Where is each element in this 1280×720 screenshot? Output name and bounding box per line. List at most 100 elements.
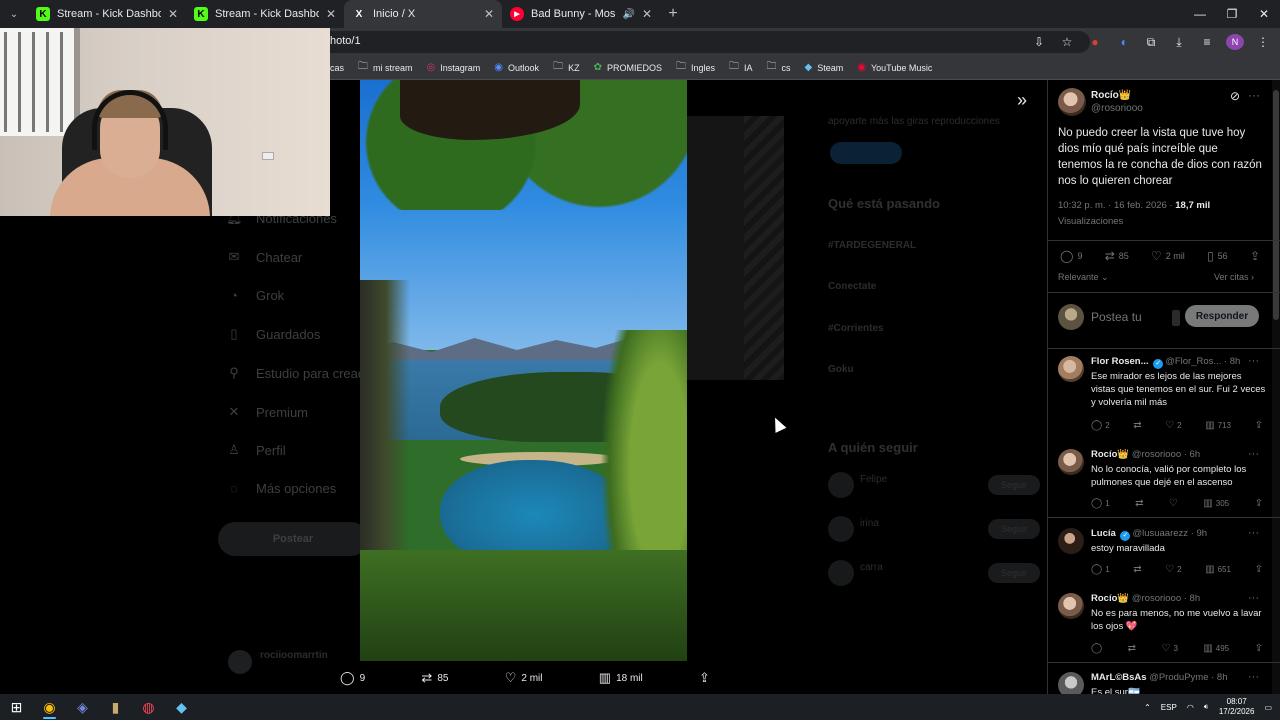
reply-author[interactable]: Lucía <box>1091 528 1116 539</box>
author-handle[interactable]: @rosoriooo <box>1091 103 1143 114</box>
more-options-icon[interactable]: ··· <box>1248 527 1259 539</box>
extensions-puzzle-icon[interactable]: ⧉ <box>1142 35 1160 50</box>
bookmark-item[interactable]: ◎ Instagram <box>427 62 481 73</box>
close-window-icon[interactable]: ✕ <box>1248 0 1280 28</box>
views-action[interactable]: ▥ 495 <box>1203 643 1229 654</box>
reply-handle[interactable]: @lusuaarezz <box>1132 528 1188 539</box>
reply-time[interactable]: · 8h <box>1211 672 1227 683</box>
reply-author[interactable]: Rocío👑 <box>1091 449 1129 460</box>
reply-action[interactable]: ◯ 1 <box>1091 564 1110 575</box>
share-action[interactable]: ⇪ <box>699 670 710 686</box>
windows-start-icon[interactable]: ⊞ <box>0 694 33 720</box>
menu-kebab-icon[interactable]: ⋮ <box>1254 35 1272 49</box>
close-icon[interactable]: ✕ <box>326 7 336 21</box>
profile-avatar[interactable]: N <box>1226 34 1244 50</box>
reply-action[interactable]: ◯ 9 <box>1060 249 1082 263</box>
author-name[interactable]: Rocío👑 <box>1091 90 1131 101</box>
tab-kick-2[interactable]: K Stream - Kick Dashboard ✕ <box>186 0 344 28</box>
post-photo[interactable] <box>360 80 687 661</box>
share-action[interactable]: ⇪ <box>1255 420 1263 431</box>
bookmark-star-icon[interactable]: ☆ <box>1058 35 1076 49</box>
league-icon[interactable]: ▮ <box>99 694 132 720</box>
new-tab-icon[interactable]: + <box>660 5 686 23</box>
reply-action[interactable]: ◯ <box>1091 643 1102 654</box>
downloads-icon[interactable]: ⤓ <box>1170 35 1188 50</box>
author-avatar[interactable] <box>1058 88 1086 116</box>
share-action[interactable]: ⇪ <box>1255 564 1263 575</box>
reply-author[interactable]: Rocío👑 <box>1091 593 1129 604</box>
more-options-icon[interactable]: ··· <box>1248 448 1259 460</box>
scrollbar-thumb[interactable] <box>1273 90 1279 320</box>
sort-replies-dropdown[interactable]: Relevante ⌄ <box>1058 272 1109 283</box>
avatar[interactable] <box>1058 593 1084 619</box>
like-action[interactable]: ♡ 2 <box>1165 564 1181 575</box>
bookmark-action[interactable]: ▯ 56 <box>1207 249 1228 263</box>
like-action[interactable]: ♡ 2 <box>1165 420 1181 431</box>
discord-icon[interactable]: ◈ <box>66 694 99 720</box>
bookmark-folder[interactable]: 🗀 Ingles <box>676 59 715 76</box>
extension-red-icon[interactable]: ● <box>1086 35 1104 49</box>
like-action[interactable]: ♡ 3 <box>1161 643 1177 654</box>
bookmark-item[interactable]: cas <box>330 63 344 73</box>
reply-time[interactable]: · 8h <box>1224 356 1240 367</box>
tab-youtube[interactable]: ▶ Bad Bunny - Moscow Mule 🔊 ✕ <box>502 0 660 28</box>
clock[interactable]: 08:07 17/2/2026 <box>1219 697 1255 717</box>
valorant-icon[interactable]: ◍ <box>132 694 165 720</box>
reply-handle[interactable]: @Flor_Ros... <box>1165 356 1221 367</box>
language-indicator[interactable]: ESP <box>1161 703 1177 712</box>
repost-action[interactable]: ⇄ 85 <box>1105 249 1129 263</box>
tab-search-icon[interactable]: ⌄ <box>0 0 28 28</box>
bookmark-item[interactable]: ◆ Steam <box>805 62 844 73</box>
reply-action[interactable]: ◯ 1 <box>1091 498 1110 509</box>
speaker-icon[interactable]: 🔊 <box>622 9 634 20</box>
repost-action[interactable]: ⇄ <box>1135 498 1143 509</box>
media-control-icon[interactable]: ≡ <box>1198 35 1216 49</box>
tray-expand-icon[interactable]: ⌃ <box>1144 703 1151 712</box>
emoji-picker-icon[interactable] <box>1172 310 1180 326</box>
views-action[interactable]: ▥ 713 <box>1205 420 1231 431</box>
avatar[interactable] <box>1058 528 1084 554</box>
like-action[interactable]: ♡ 2 mil <box>1151 249 1185 263</box>
steam-icon[interactable]: ◆ <box>165 694 198 720</box>
more-options-icon[interactable]: ··· <box>1248 592 1259 604</box>
like-action[interactable]: ♡ 2 mil <box>505 670 543 686</box>
views-action[interactable]: ▥ 651 <box>1205 564 1231 575</box>
volume-icon[interactable]: 🔉︎ <box>1204 702 1209 712</box>
notifications-icon[interactable]: ▭ <box>1264 703 1272 712</box>
address-bar[interactable]: hoto/1 <box>310 31 1090 53</box>
reply-action[interactable]: ◯ 2 <box>1091 420 1110 431</box>
avatar[interactable] <box>1058 449 1084 475</box>
bookmark-item[interactable]: ✿ PROMIEDOS <box>594 62 662 73</box>
reply-item[interactable]: Rocío👑 @rosoriooo · 6h ··· No lo conocía… <box>1048 448 1280 509</box>
close-icon[interactable]: ✕ <box>642 7 652 21</box>
grok-explain-icon[interactable]: ⊘ <box>1230 89 1240 103</box>
reply-item[interactable]: Rocío👑 @rosoriooo · 8h ··· No es para me… <box>1048 592 1280 654</box>
extension-blue-icon[interactable]: ◖ <box>1114 35 1132 49</box>
bookmark-folder[interactable]: 🗀 mi stream <box>358 59 413 76</box>
tab-kick-1[interactable]: K Stream - Kick Dashboard ✕ <box>28 0 186 28</box>
repost-action[interactable]: ⇄ <box>1133 420 1141 431</box>
reply-item[interactable]: Flor Rosen... ✓ @Flor_Ros... · 8h ··· Ese… <box>1048 355 1280 436</box>
current-user-avatar[interactable] <box>1058 304 1084 330</box>
bookmark-folder[interactable]: 🗀 KZ <box>553 59 580 76</box>
see-quotes-link[interactable]: Ver citas › <box>1214 272 1254 282</box>
minimize-icon[interactable]: — <box>1184 0 1216 28</box>
install-app-icon[interactable]: ⇩ <box>1030 35 1048 49</box>
like-action[interactable]: ♡ <box>1169 498 1178 509</box>
avatar[interactable] <box>1058 356 1084 382</box>
reply-time[interactable]: · 9h <box>1191 528 1207 539</box>
reply-handle[interactable]: @rosoriooo <box>1132 449 1181 460</box>
repost-action[interactable]: ⇄ <box>1133 564 1141 575</box>
bookmark-item[interactable]: ◉ Outlook <box>494 62 539 73</box>
reply-item[interactable]: Lucía ✓ @lusuaarezz · 9h ··· estoy maravi… <box>1048 527 1280 578</box>
tab-x-home[interactable]: X Inicio / X ✕ <box>344 0 502 28</box>
restore-icon[interactable]: ❐ <box>1216 0 1248 28</box>
more-options-icon[interactable]: ··· <box>1248 88 1260 102</box>
views-action[interactable]: ▥ 305 <box>1203 498 1229 509</box>
share-action[interactable]: ⇪ <box>1255 643 1263 654</box>
wifi-icon[interactable]: ◠ <box>1187 703 1194 712</box>
reply-time[interactable]: · 8h <box>1184 593 1200 604</box>
repost-action[interactable]: ⇄ 85 <box>421 670 448 686</box>
avatar[interactable] <box>1058 672 1084 694</box>
reply-input[interactable]: Postea tu <box>1091 310 1142 324</box>
